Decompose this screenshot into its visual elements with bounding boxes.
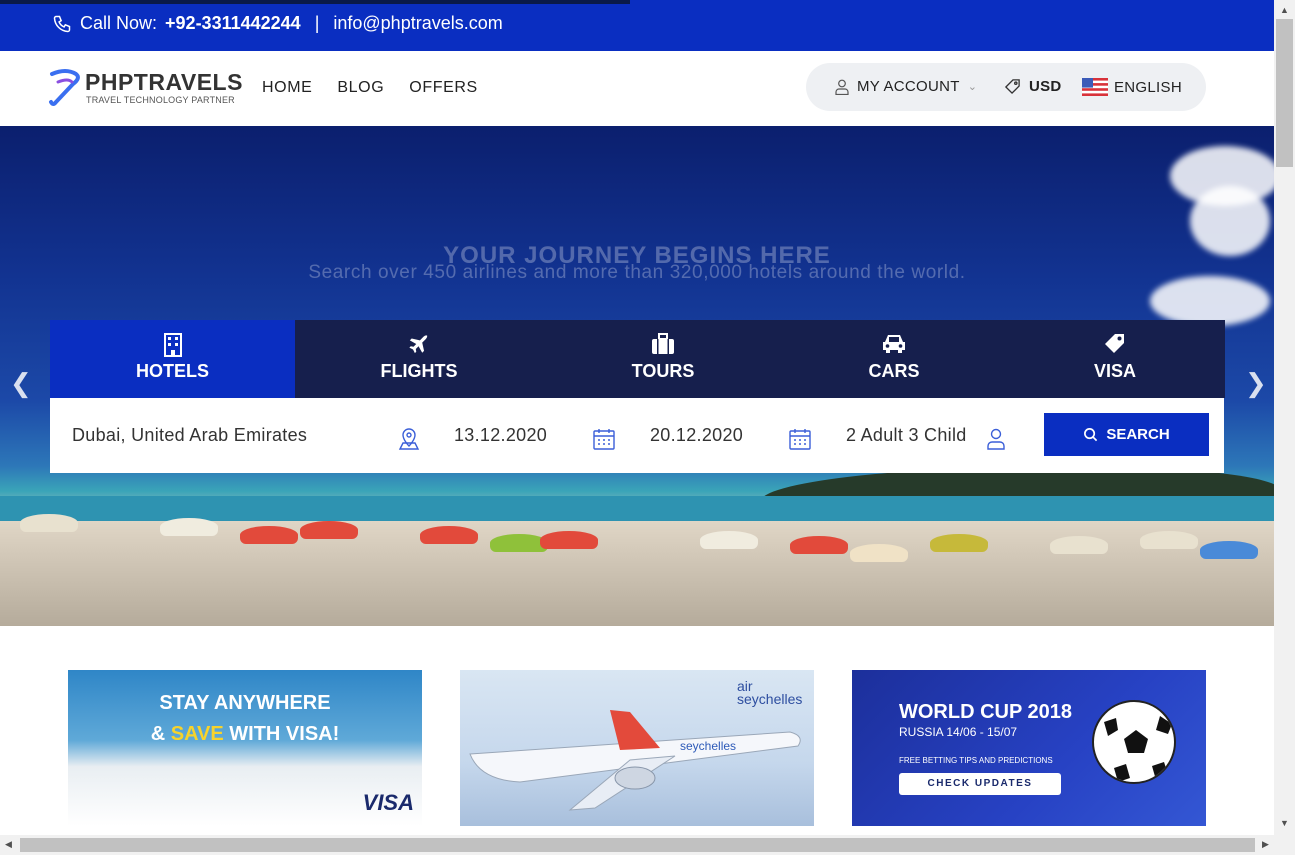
currency-tag-icon xyxy=(1004,79,1020,95)
horizontal-scroll-thumb[interactable] xyxy=(20,838,1255,852)
logo-tagline: TRAVEL TECHNOLOGY PARTNER xyxy=(86,95,235,105)
currency-selector[interactable]: USD xyxy=(1004,78,1062,95)
plane-icon xyxy=(295,333,543,361)
site-header: PHPTRAVELS TRAVEL TECHNOLOGY PARTNER HOM… xyxy=(0,51,1274,126)
tab-hotels-label: HOTELS xyxy=(135,361,209,381)
logo[interactable]: PHPTRAVELS TRAVEL TECHNOLOGY PARTNER xyxy=(48,68,242,110)
user-icon xyxy=(835,79,849,95)
checkin-date-input[interactable]: 13.12.2020 xyxy=(454,425,547,446)
language-selector[interactable]: ENGLISH xyxy=(1082,78,1182,96)
tab-visa[interactable]: VISA xyxy=(1005,320,1225,398)
tab-flights[interactable]: FLIGHTS xyxy=(295,320,543,398)
top-strip xyxy=(0,0,630,4)
promo-card-air-seychelles[interactable]: air seychelles seychelles xyxy=(460,670,814,826)
tab-cars[interactable]: CARS xyxy=(783,320,1005,398)
language-label: ENGLISH xyxy=(1114,78,1182,96)
visa-logo: VISA xyxy=(362,790,414,815)
soccer-ball-icon xyxy=(1092,700,1176,784)
nav-offers[interactable]: OFFERS xyxy=(409,79,478,97)
promo-visa-rest: WITH VISA! xyxy=(223,723,340,745)
map-pin-icon xyxy=(398,428,420,450)
hero-subtitle: Search over 450 airlines and more than 3… xyxy=(308,262,966,283)
main-nav: HOME BLOG OFFERS xyxy=(262,79,478,97)
umbrella xyxy=(1140,531,1198,549)
hero-banner: YOUR JOURNEY BEGINS HERE Search over 450… xyxy=(0,126,1274,626)
promo-visa-line2: & SAVE WITH VISA! xyxy=(68,723,422,746)
nav-home[interactable]: HOME xyxy=(262,79,312,97)
calendar-icon xyxy=(789,429,811,450)
chevron-down-icon: ⌄ xyxy=(967,81,978,93)
tab-visa-label: VISA xyxy=(1093,361,1136,381)
horizontal-scrollbar[interactable]: ◀ ▶ xyxy=(0,835,1295,855)
check-updates-button[interactable]: CHECK UPDATES xyxy=(899,773,1061,795)
tab-tours-label: TOURS xyxy=(631,361,695,381)
car-icon xyxy=(783,333,1005,361)
umbrella xyxy=(20,514,78,532)
phone-number[interactable]: +92-3311442244 xyxy=(165,13,301,34)
scroll-down-arrow[interactable]: ▼ xyxy=(1280,818,1289,828)
search-tabs: HOTELS FLIGHTS TOURS CARS VISA xyxy=(50,320,1225,398)
user-icon xyxy=(987,428,1005,450)
email-link[interactable]: info@phptravels.com xyxy=(333,13,502,34)
scroll-left-arrow[interactable]: ◀ xyxy=(5,839,12,850)
call-label: Call Now: xyxy=(80,13,158,33)
suitcase-icon xyxy=(543,333,783,361)
tab-cars-label: CARS xyxy=(868,361,920,381)
tab-hotels[interactable]: HOTELS xyxy=(50,320,295,398)
logo-text: PHPTRAVELS xyxy=(85,69,243,95)
scroll-up-arrow[interactable]: ▲ xyxy=(1280,5,1289,15)
us-flag-icon xyxy=(1082,78,1108,96)
contact-separator: | xyxy=(314,13,320,33)
search-button-label: SEARCH xyxy=(1106,426,1170,443)
umbrella xyxy=(700,531,758,549)
world-cup-dates: RUSSIA 14/06 - 15/07 xyxy=(899,725,1018,739)
guests-selector[interactable]: 2 Adult 3 Child xyxy=(846,425,967,446)
tag-icon xyxy=(1005,333,1225,361)
slider-next-arrow[interactable]: ❯ xyxy=(1245,368,1267,399)
umbrella xyxy=(1050,536,1108,554)
umbrella xyxy=(850,544,908,562)
umbrella xyxy=(1200,541,1258,559)
vertical-scroll-thumb[interactable] xyxy=(1276,19,1293,167)
search-icon xyxy=(1084,428,1098,442)
scroll-right-arrow[interactable]: ▶ xyxy=(1262,839,1269,850)
search-button[interactable]: SEARCH xyxy=(1044,413,1209,456)
promo-card-world-cup[interactable]: WORLD CUP 2018 RUSSIA 14/06 - 15/07 FREE… xyxy=(852,670,1206,826)
logo-mark-icon xyxy=(49,69,80,106)
umbrella xyxy=(420,526,478,544)
destination-input[interactable]: Dubai, United Arab Emirates xyxy=(72,425,307,446)
airplane-image: seychelles xyxy=(469,710,801,811)
hotel-search-form: Dubai, United Arab Emirates 13.12.2020 2… xyxy=(50,398,1224,473)
promo-visa-line1: STAY ANYWHERE xyxy=(159,692,331,714)
slider-prev-arrow[interactable]: ❮ xyxy=(10,368,32,399)
currency-label: USD xyxy=(1029,78,1062,95)
nav-blog[interactable]: BLOG xyxy=(337,79,384,97)
contact-info: Call Now: +92-3311442244 | info@phptrave… xyxy=(52,13,503,34)
promo-visa-amp: & xyxy=(150,723,171,745)
tab-flights-label: FLIGHTS xyxy=(380,361,458,381)
promo-visa-save: SAVE xyxy=(170,723,224,745)
world-cup-title: WORLD CUP 2018 xyxy=(899,701,1073,723)
my-account-label: MY ACCOUNT xyxy=(857,78,960,95)
umbrella xyxy=(540,531,598,549)
my-account-dropdown[interactable]: MY ACCOUNT ⌄ xyxy=(835,78,977,95)
calendar-icon xyxy=(593,429,615,450)
umbrella xyxy=(930,534,988,552)
umbrella xyxy=(790,536,848,554)
umbrella xyxy=(240,526,298,544)
tab-tours[interactable]: TOURS xyxy=(543,320,783,398)
checkout-date-input[interactable]: 20.12.2020 xyxy=(650,425,743,446)
promo-card-visa[interactable]: STAY ANYWHERE & SAVE WITH VISA! VISA xyxy=(68,670,422,826)
world-cup-tagline: FREE BETTING TIPS AND PREDICTIONS xyxy=(899,756,1053,765)
umbrella xyxy=(300,521,358,539)
top-contact-bar: Call Now: +92-3311442244 | info@phptrave… xyxy=(0,0,1274,51)
page: Call Now: +92-3311442244 | info@phptrave… xyxy=(0,0,1295,855)
building-icon xyxy=(50,333,295,363)
umbrella xyxy=(160,518,218,536)
user-menu-pill: MY ACCOUNT ⌄ USD ENGLISH xyxy=(806,63,1206,111)
airplane-livery-text: seychelles xyxy=(680,739,736,753)
phone-icon xyxy=(53,15,71,32)
vertical-scrollbar[interactable]: ▲ ▼ xyxy=(1274,0,1295,835)
